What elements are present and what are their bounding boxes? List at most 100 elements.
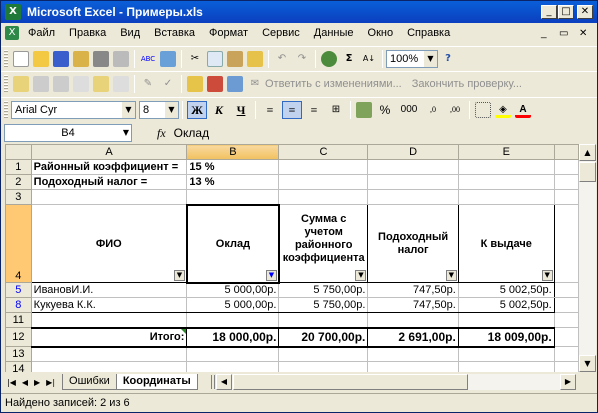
horizontal-scroll-thumb[interactable] — [233, 374, 468, 390]
cell-a2[interactable]: Подоходный налог = — [30, 174, 188, 190]
cell-e14[interactable] — [457, 361, 555, 372]
row-header-13[interactable]: 13 — [5, 346, 32, 362]
cell-e2[interactable] — [457, 174, 555, 190]
cell-b12[interactable]: 18 000,00р. — [186, 326, 280, 348]
cell-f11[interactable] — [553, 312, 579, 328]
cell-a11[interactable] — [30, 312, 188, 328]
currency-icon[interactable] — [356, 101, 372, 118]
end-review-button[interactable]: Закончить проверку... — [412, 78, 522, 90]
cell-a8[interactable]: Кукуева К.К. — [30, 297, 188, 313]
open-icon[interactable] — [33, 50, 49, 67]
scroll-left-icon[interactable]: ◀ — [216, 374, 232, 390]
autofilter-dropdown-active[interactable]: ▼ — [265, 269, 277, 281]
cell-e11[interactable] — [457, 312, 555, 328]
permission-icon[interactable] — [73, 50, 89, 67]
cell-a3[interactable] — [30, 189, 188, 205]
paste-icon[interactable] — [227, 50, 243, 67]
edit-icon[interactable] — [207, 75, 223, 92]
next-comment-icon[interactable] — [53, 75, 69, 92]
workbook-icon[interactable]: X — [5, 26, 19, 40]
header-regional-sum[interactable]: Сумма с учетом районного коэффициента ▼ — [278, 204, 369, 283]
row-header-11[interactable]: 11 — [5, 312, 32, 328]
horizontal-scrollbar[interactable]: ◀ ▶ — [216, 374, 576, 390]
cell-e8[interactable]: 5 002,50р. — [457, 297, 555, 313]
close-button[interactable]: ✕ — [577, 5, 593, 19]
row-header-1[interactable]: 1 — [5, 159, 32, 175]
menu-window[interactable]: Окно — [361, 27, 401, 39]
last-sheet-icon[interactable]: ▶| — [46, 378, 55, 387]
italic-button[interactable]: К — [209, 101, 229, 119]
row-header-8[interactable]: 8 — [5, 297, 32, 313]
menu-help[interactable]: Справка — [400, 27, 457, 39]
row-header-12[interactable]: 12 — [5, 327, 32, 347]
cell-c11[interactable] — [278, 312, 369, 328]
cell-f5[interactable] — [553, 282, 579, 298]
autosum-icon[interactable]: Σ — [341, 51, 357, 67]
copy-icon[interactable] — [207, 50, 223, 67]
cell-b14[interactable] — [186, 361, 280, 372]
align-center-icon[interactable]: ≡ — [282, 100, 302, 119]
font-name-select[interactable]: Arial Cyr ▼ — [11, 100, 136, 119]
column-header-c[interactable]: C — [278, 144, 369, 160]
cut-icon[interactable]: ✂ — [187, 51, 203, 67]
increase-decimal-icon[interactable]: ,0 — [423, 101, 443, 119]
hyperlink-icon[interactable] — [321, 50, 337, 67]
cell-c8[interactable]: 5 750,00р. — [278, 297, 369, 313]
cell-f2[interactable] — [553, 174, 579, 190]
format-painter-icon[interactable] — [247, 50, 263, 67]
cell-e12[interactable]: 18 009,00р. — [457, 326, 555, 348]
sheet-tab-errors[interactable]: Ошибки — [62, 374, 117, 390]
track-changes-icon[interactable]: ✓ — [160, 76, 176, 92]
cell-a12[interactable]: Итого: — [30, 326, 188, 348]
column-header-e[interactable]: E — [457, 144, 555, 160]
sort-ascending-icon[interactable]: A↓ — [361, 51, 377, 67]
font-color-icon[interactable]: A — [515, 102, 531, 118]
column-header-a[interactable]: A — [30, 144, 188, 160]
scroll-right-icon[interactable]: ▶ — [560, 374, 576, 390]
percent-button[interactable]: % — [375, 101, 395, 119]
cell-d1[interactable] — [367, 159, 459, 175]
menu-file[interactable]: Файл — [21, 27, 62, 39]
cell-f14[interactable] — [553, 361, 579, 372]
column-header-b[interactable]: B — [186, 144, 280, 160]
previous-comment-icon[interactable] — [33, 75, 49, 92]
cell-c3[interactable] — [278, 189, 369, 205]
column-header-f[interactable] — [553, 144, 579, 160]
cell-c12[interactable]: 20 700,00р. — [278, 326, 369, 348]
header-income-tax[interactable]: Подоходный налог ▼ — [367, 204, 459, 283]
doc-restore-button[interactable]: ▭ — [559, 28, 568, 39]
cell-a1[interactable]: Районный коэффициент = — [30, 159, 188, 175]
cell-b3[interactable] — [186, 189, 280, 205]
cell-d14[interactable] — [367, 361, 459, 372]
reply-changes-icon[interactable]: ✉ — [247, 76, 263, 92]
row-header-14[interactable]: 14 — [5, 361, 32, 372]
scroll-down-icon[interactable]: ▼ — [579, 355, 596, 372]
align-right-icon[interactable]: ≡ — [304, 101, 324, 119]
print-preview-icon[interactable] — [113, 50, 129, 67]
cell-d2[interactable] — [367, 174, 459, 190]
header-payout[interactable]: К выдаче ▼ — [457, 204, 555, 283]
first-sheet-icon[interactable]: |◀ — [7, 378, 16, 387]
autofilter-dropdown[interactable]: ▼ — [355, 270, 367, 281]
show-comment-icon[interactable] — [73, 75, 89, 92]
cell-e1[interactable] — [457, 159, 555, 175]
ink-annotations-icon[interactable]: ✎ — [140, 76, 156, 92]
cell-d5[interactable]: 747,50р. — [367, 282, 459, 298]
cell-f1[interactable] — [553, 159, 579, 175]
cell-d13[interactable] — [367, 346, 459, 362]
row-header-4[interactable]: 4 — [5, 204, 32, 283]
zoom-select[interactable]: 100% ▼ — [386, 49, 438, 68]
row-header-2[interactable]: 2 — [5, 174, 32, 190]
row-header-3[interactable]: 3 — [5, 189, 32, 205]
tab-split-handle[interactable] — [211, 375, 215, 389]
underline-button[interactable]: Ч — [231, 101, 251, 119]
align-left-icon[interactable]: ≡ — [260, 101, 280, 119]
header-salary[interactable]: Оклад ▼ — [185, 203, 280, 284]
cell-d8[interactable]: 747,50р. — [367, 297, 459, 313]
cell-d3[interactable] — [367, 189, 459, 205]
menu-insert[interactable]: Вставка — [147, 27, 202, 39]
new-comment-icon[interactable] — [13, 75, 29, 92]
cell-f4[interactable] — [553, 204, 579, 283]
cell-f8[interactable] — [553, 297, 579, 313]
formula-input[interactable]: Оклад — [174, 126, 209, 140]
